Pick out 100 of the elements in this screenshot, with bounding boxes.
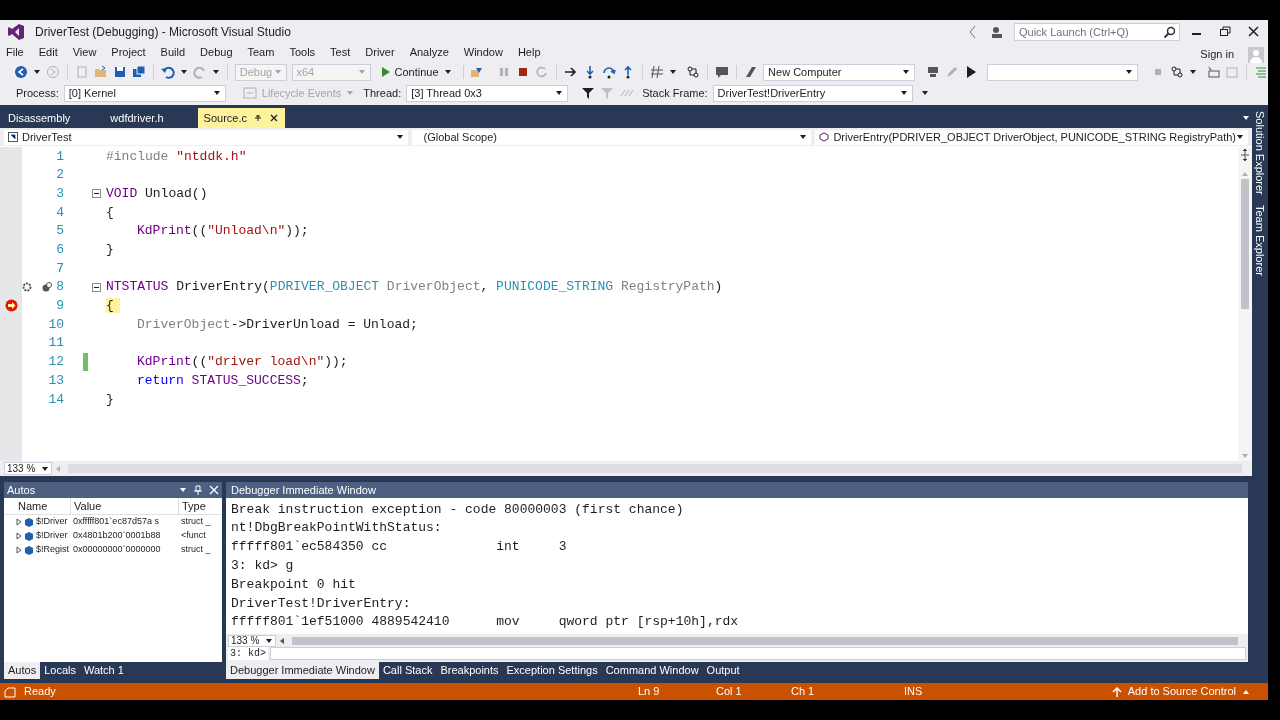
line-number: 3	[56, 184, 64, 203]
app-logo-icon	[7, 22, 25, 41]
output-line: 3: kd> g	[231, 557, 294, 576]
close-icon[interactable]	[269, 113, 279, 123]
continue-button[interactable]: Continue	[375, 63, 456, 81]
caret-icon[interactable]	[1242, 114, 1250, 122]
caret-icon	[179, 68, 188, 76]
filter-icon[interactable]	[581, 86, 596, 100]
caret-icon	[33, 68, 41, 76]
pin-icon[interactable]	[253, 113, 263, 123]
menu-item[interactable]: File	[6, 44, 24, 61]
process-dropdown[interactable]: [0] Kernel	[63, 84, 226, 102]
zoom-dropdown[interactable]: 133 %	[4, 462, 53, 475]
threads-icon[interactable]	[1170, 65, 1185, 79]
save-all-icon[interactable]	[131, 65, 146, 79]
caret-icon[interactable]	[179, 486, 187, 494]
threads-icon[interactable]	[686, 65, 701, 79]
panel-tab[interactable]: Call Stack	[378, 662, 437, 679]
variable-name: $!Driver	[36, 515, 68, 529]
member-dropdown[interactable]: DriverEntry(PDRIVER_OBJECT DriverObject, PUNICODE_STRING RegistryPath)	[815, 129, 1248, 145]
show-next-statement-icon[interactable]	[564, 65, 579, 79]
panel-tab[interactable]: Breakpoints	[436, 662, 503, 679]
collapse-icon[interactable]	[92, 282, 101, 292]
stack-frame-dropdown[interactable]: DriverTest!DriverEntry	[712, 84, 913, 102]
caret-left-icon[interactable]	[279, 636, 286, 645]
panel-title: Autos	[7, 482, 37, 498]
column-header[interactable]: Value	[74, 497, 102, 515]
sign-in-link[interactable]: Sign in	[1200, 46, 1234, 63]
gear-icon[interactable]	[21, 280, 34, 293]
menu-item[interactable]: Build	[160, 44, 186, 61]
menu-item[interactable]: Driver	[365, 44, 395, 61]
panel-tab[interactable]: Command Window	[601, 662, 703, 679]
scope-dropdown[interactable]: (Global Scope)	[411, 129, 812, 145]
menu-item[interactable]: View	[72, 44, 97, 61]
target-computer-dropdown[interactable]: New Computer	[763, 63, 915, 81]
line-number: 13	[48, 371, 64, 390]
cursor-window-icon[interactable]	[1206, 65, 1221, 79]
step-over-icon[interactable]	[602, 65, 617, 79]
restart-icon[interactable]	[535, 65, 550, 79]
menu-item[interactable]: Project	[111, 44, 146, 61]
panel-tab[interactable]: Locals	[40, 662, 80, 679]
scrollbar-thumb[interactable]	[292, 636, 1238, 645]
scrollbar-thumb[interactable]	[1241, 179, 1249, 309]
restore-icon[interactable]	[1219, 25, 1232, 38]
caret-icon	[443, 68, 452, 76]
menu-item[interactable]: Test	[330, 44, 351, 61]
column-header[interactable]: Type	[182, 497, 206, 515]
thread-dropdown[interactable]: [3] Thread 0x3	[406, 84, 569, 102]
code-line: KdPrint(("Unload\n"));	[137, 222, 309, 241]
menu-item[interactable]: Help	[517, 44, 541, 61]
deploy-icon[interactable]	[925, 65, 940, 79]
panel-tab[interactable]: Autos	[4, 662, 41, 679]
document-tab[interactable]: Disassembly	[2, 108, 105, 128]
caret-icon	[346, 89, 355, 97]
panel-tab[interactable]: Watch 1	[79, 662, 128, 679]
zoom-dropdown[interactable]: 133 %	[228, 634, 277, 647]
side-tab[interactable]: Team Explorer	[1251, 204, 1269, 276]
save-icon[interactable]	[112, 65, 127, 79]
close-icon[interactable]	[1247, 25, 1260, 38]
lock-icon[interactable]	[41, 280, 54, 293]
quick-launch-field[interactable]: Quick Launch (Ctrl+Q)	[1014, 22, 1180, 41]
line-number: 11	[48, 334, 64, 353]
menu-item[interactable]: Edit	[38, 44, 58, 61]
line-number: 14	[48, 390, 64, 409]
variable-value: 0xfffff801`ec87d57a s	[73, 516, 159, 527]
undo-icon[interactable]	[160, 65, 175, 79]
project-dropdown[interactable]: DriverTest	[4, 129, 408, 145]
command-input[interactable]	[270, 647, 1246, 660]
caret-icon	[357, 68, 366, 76]
comment-icon[interactable]	[715, 65, 730, 79]
code-line: DriverObject->DriverUnload = Unload;	[137, 315, 418, 334]
menu-item[interactable]: Debug	[200, 44, 233, 61]
output-line: fffff801`1ef51000 4889542410 mov qword ptr [rsp+10h],rdx	[231, 613, 739, 632]
variable-name: $!Regist	[36, 543, 70, 557]
caret-icon	[273, 68, 282, 76]
panel-tab[interactable]: Output	[702, 662, 744, 679]
menu-item[interactable]: Tools	[289, 44, 316, 61]
play-icon	[379, 66, 390, 78]
variable-type: <funct	[181, 530, 206, 541]
add-to-source-control-button[interactable]: Add to Source Control	[1111, 683, 1250, 700]
caret-icon	[265, 636, 274, 645]
line-number: 1	[56, 147, 64, 166]
menu-item[interactable]: Window	[463, 44, 503, 61]
char-indicator: Ch 1	[791, 684, 816, 700]
document-tab[interactable]: wdfdriver.h	[104, 108, 198, 128]
document-tab[interactable]: Source.c	[197, 108, 285, 128]
panel-tab[interactable]: Debugger Immediate Window	[226, 662, 379, 679]
side-tab[interactable]: Solution Explorer	[1251, 111, 1269, 195]
line-number: 12	[48, 353, 64, 372]
window-icon	[242, 86, 257, 100]
attach-icon[interactable]	[470, 65, 485, 79]
panel-tab[interactable]: Exception Settings	[502, 662, 602, 679]
menu-item[interactable]: Analyze	[409, 44, 449, 61]
output-line: Break instruction exception - code 80000003 (first chance)	[231, 500, 684, 519]
split-icon[interactable]	[1240, 149, 1250, 161]
breakpoint-arrow-icon	[4, 299, 18, 313]
column-header[interactable]: Name	[18, 497, 48, 515]
hex-display-icon[interactable]	[650, 65, 665, 79]
menu-item[interactable]: Team	[247, 44, 275, 61]
collapse-icon[interactable]	[92, 189, 101, 199]
